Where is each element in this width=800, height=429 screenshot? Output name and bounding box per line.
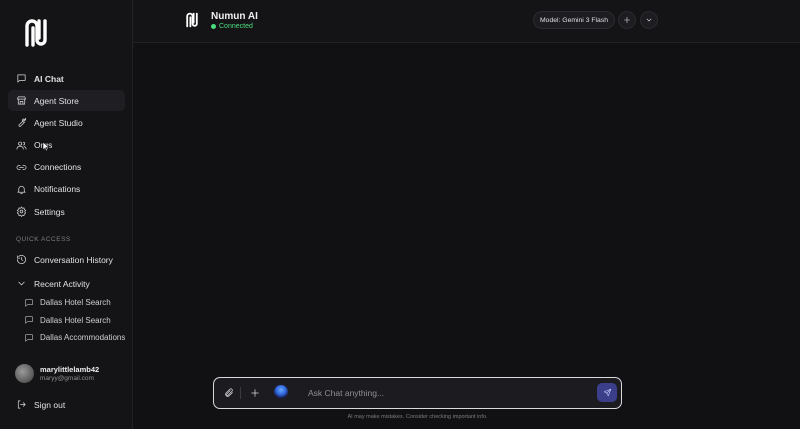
pointer-cursor-icon — [42, 141, 50, 152]
new-chat-button[interactable] — [618, 11, 636, 29]
nav-item-agent-studio[interactable]: Agent Studio — [8, 112, 125, 133]
chevron-down-icon — [646, 18, 652, 22]
sidebar: AI Chat Agent Store Agent Studio Orgs Co… — [0, 0, 133, 429]
sign-out-button[interactable]: Sign out — [8, 394, 125, 415]
nav-item-label: Connections — [34, 162, 82, 173]
send-button[interactable] — [597, 383, 617, 402]
recent-item[interactable]: Dallas Hotel Search — [16, 312, 126, 330]
recent-item-label: Dallas Hotel Search — [40, 298, 111, 308]
gear-icon — [16, 206, 27, 218]
nav-item-ai-chat[interactable]: AI Chat — [8, 68, 125, 89]
link-icon — [16, 162, 27, 173]
users-icon — [16, 140, 27, 151]
history-icon — [16, 254, 27, 265]
conversation-history-label: Conversation History — [34, 254, 113, 265]
bell-icon — [16, 184, 27, 195]
message-square-icon — [24, 298, 34, 308]
send-icon — [603, 388, 611, 397]
user-email: maryy@gmail.com — [40, 375, 94, 382]
main-nav: AI Chat Agent Store Agent Studio Orgs Co… — [8, 68, 125, 223]
user-name: marylittlelamb42 — [40, 365, 100, 374]
sign-out-label: Sign out — [34, 399, 66, 410]
recent-item[interactable]: Dallas Hotel Search — [16, 294, 126, 312]
disclaimer-text: AI may make mistakes. Consider checking … — [347, 414, 488, 420]
attach-button[interactable] — [220, 384, 238, 402]
chat-input[interactable] — [308, 384, 588, 402]
recent-item-label: Dallas Hotel Search — [40, 315, 111, 325]
user-profile[interactable]: marylittlelamb42 maryy@gmail.com — [15, 364, 130, 383]
message-square-icon — [24, 315, 34, 325]
model-avatar-icon[interactable] — [274, 385, 288, 399]
quick-access-label: QUICK ACCESS — [16, 236, 71, 243]
avatar — [15, 364, 34, 383]
recent-item-label: Dallas Accommodations — [40, 333, 126, 343]
divider — [240, 387, 241, 399]
wrench-icon — [16, 117, 27, 128]
nav-item-settings[interactable]: Settings — [8, 201, 125, 222]
message-square-icon — [24, 333, 34, 343]
nav-item-agent-store[interactable]: Agent Store — [8, 90, 125, 112]
conversation-history-link[interactable]: Conversation History — [8, 249, 125, 270]
sign-out-icon — [16, 399, 27, 410]
plus-icon — [624, 17, 630, 23]
recent-activity-toggle[interactable]: Recent Activity — [8, 273, 125, 294]
recent-item[interactable]: Dallas Accommodations — [16, 329, 126, 347]
status-badge: Connected — [211, 23, 253, 30]
recent-activity-label: Recent Activity — [34, 278, 90, 289]
message-square-icon — [16, 73, 27, 84]
chevron-down-icon — [16, 278, 27, 289]
nav-item-label: AI Chat — [34, 73, 64, 84]
recent-activity-list: Dallas Hotel Search Dallas Hotel Search … — [16, 294, 126, 347]
nav-item-label: Agent Studio — [34, 117, 83, 128]
model-selector-button[interactable]: Model: Gemini 3 Flash — [533, 11, 615, 29]
app-logo-icon — [186, 12, 198, 28]
add-button[interactable] — [246, 384, 264, 402]
app-title: Numun AI — [211, 11, 258, 22]
app-logo-icon[interactable] — [23, 18, 49, 48]
nav-item-notifications[interactable]: Notifications — [8, 179, 125, 200]
nav-item-label: Settings — [34, 206, 65, 217]
status-label: Connected — [219, 23, 253, 30]
status-dot-icon — [211, 24, 216, 29]
paperclip-icon — [225, 388, 233, 397]
nav-item-label: Notifications — [34, 184, 81, 195]
chat-composer — [213, 377, 622, 409]
plus-icon — [251, 389, 259, 397]
nav-item-orgs[interactable]: Orgs — [8, 135, 125, 156]
chat-header: Numun AI Connected Model: Gemini 3 Flash — [133, 0, 800, 43]
store-icon — [16, 95, 27, 106]
nav-item-connections[interactable]: Connections — [8, 157, 125, 178]
nav-item-label: Agent Store — [34, 95, 79, 106]
more-options-button[interactable] — [640, 11, 658, 29]
